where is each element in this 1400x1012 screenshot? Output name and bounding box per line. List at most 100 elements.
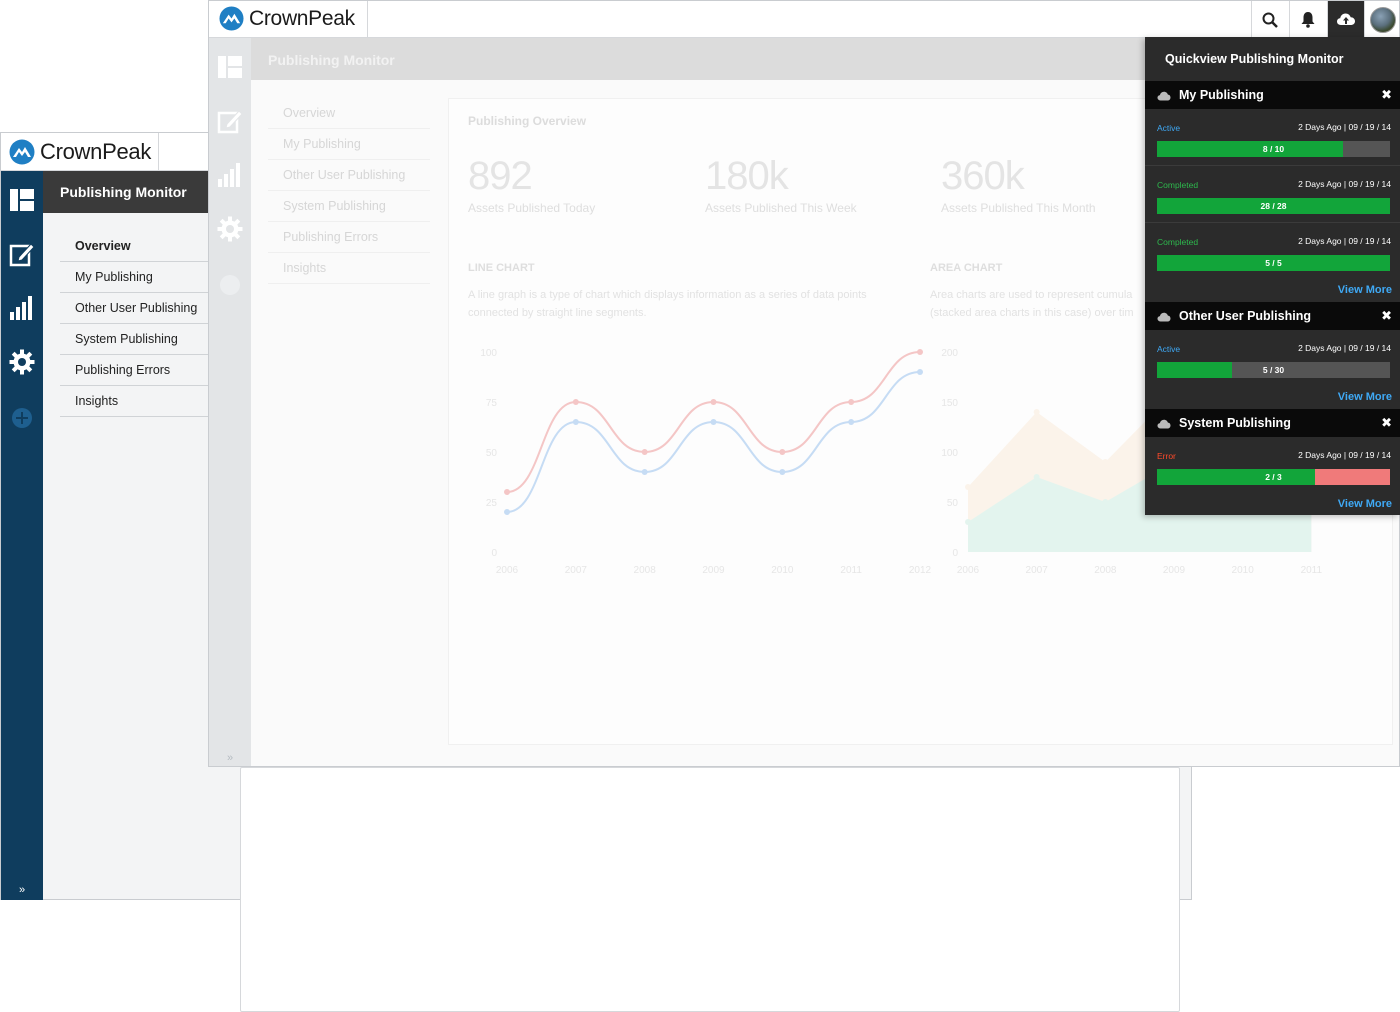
nav-item-my-publishing[interactable]: My Publishing	[60, 262, 209, 293]
add-icon[interactable]	[217, 272, 243, 298]
expand-sidebar-icon[interactable]: »	[209, 752, 251, 764]
data-point	[779, 469, 786, 475]
publishing-job-item[interactable]: Error 2 Days Ago | 09 / 19 / 14 2 / 3	[1145, 437, 1400, 494]
line-chart: 0 25 50 75 100 2006 2007 2008 2009 2010 2011 2012	[480, 348, 931, 576]
y-tick-label: 100	[941, 448, 958, 459]
analytics-icon[interactable]	[9, 295, 35, 321]
publishing-monitor-button[interactable]	[1327, 1, 1364, 38]
search-button[interactable]	[1251, 1, 1288, 38]
job-progress-label: 2 / 3	[1265, 472, 1282, 482]
overview-title: Publishing Overview	[468, 114, 587, 128]
dashboard-icon[interactable]	[217, 54, 243, 80]
publishing-job-item[interactable]: Completed 2 Days Ago | 09 / 19 / 14 5 / 5	[1145, 223, 1400, 280]
avatar	[1370, 6, 1396, 33]
view-more-link[interactable]: View More	[1145, 494, 1400, 516]
x-tick-label: 2010	[1232, 565, 1255, 576]
cloud-icon	[1157, 90, 1171, 104]
header-divider	[367, 1, 368, 38]
job-progress-bar: 5 / 30	[1157, 362, 1390, 378]
edit-icon[interactable]	[9, 241, 35, 267]
quickview-panel: Quickview Publishing Monitor My Publishi…	[1145, 37, 1400, 515]
x-tick-label: 2007	[1026, 565, 1049, 576]
back-header: CrownPeak	[1, 133, 209, 171]
nav-item-publishing-errors[interactable]: Publishing Errors	[268, 222, 430, 253]
stat-label: Assets Published This Month	[941, 201, 1096, 215]
y-tick-label: 200	[941, 348, 958, 359]
job-progress-bar: 2 / 3	[1157, 469, 1390, 485]
data-point	[710, 419, 717, 425]
settings-gear-icon[interactable]	[9, 349, 35, 375]
line-chart-desc-line: connected by straight line segments.	[468, 307, 647, 319]
stat-label: Assets Published Today	[468, 201, 596, 215]
nav-item-publishing-errors[interactable]: Publishing Errors	[60, 355, 209, 386]
cloud-icon	[1157, 418, 1171, 432]
close-icon[interactable]: ✖	[1381, 87, 1392, 103]
view-more-link[interactable]: View More	[1145, 387, 1400, 409]
nav-item-other-user-publishing[interactable]: Other User Publishing	[60, 293, 209, 324]
quickview-section-title: My Publishing	[1179, 88, 1264, 102]
data-point	[917, 349, 923, 355]
job-date: 2 Days Ago | 09 / 19 / 14	[1298, 450, 1391, 460]
cloud-upload-icon	[1337, 13, 1355, 25]
nav-item-system-publishing[interactable]: System Publishing	[268, 191, 430, 222]
notifications-button[interactable]	[1289, 1, 1326, 38]
x-tick-label: 2011	[840, 565, 862, 576]
add-icon[interactable]	[9, 405, 35, 431]
dashboard-icon[interactable]	[9, 187, 35, 213]
close-icon[interactable]: ✖	[1381, 415, 1392, 431]
stat-value: 892	[468, 154, 533, 198]
job-status: Completed	[1157, 237, 1199, 247]
line-chart-desc-line: A line graph is a type of chart which di…	[468, 289, 867, 301]
y-tick-label: 75	[486, 398, 498, 409]
job-progress-bar: 8 / 10	[1157, 141, 1390, 157]
job-progress-label: 8 / 10	[1262, 144, 1285, 154]
job-progress-label: 5 / 30	[1262, 365, 1285, 375]
y-tick-label: 100	[480, 348, 497, 359]
nav-item-overview[interactable]: Overview	[268, 98, 430, 129]
user-menu-button[interactable]	[1364, 1, 1399, 38]
nav-item-insights[interactable]: Insights	[268, 253, 430, 284]
data-point	[965, 484, 971, 490]
job-status: Active	[1157, 344, 1181, 354]
expand-sidebar-icon[interactable]: »	[1, 884, 43, 896]
publishing-job-item[interactable]: Completed 2 Days Ago | 09 / 19 / 14 28 / 2…	[1145, 166, 1400, 223]
x-tick-label: 2006	[957, 565, 980, 576]
x-tick-label: 2009	[1163, 565, 1186, 576]
nav-item-system-publishing[interactable]: System Publishing	[60, 324, 209, 355]
analytics-icon[interactable]	[217, 162, 243, 188]
back-icon-rail: »	[1, 171, 43, 900]
x-tick-label: 2007	[565, 565, 588, 576]
nav-item-insights[interactable]: Insights	[60, 386, 209, 417]
job-progress-label: 28 / 28	[1260, 201, 1287, 211]
data-point	[848, 399, 855, 405]
close-icon[interactable]: ✖	[1381, 308, 1392, 324]
data-point	[848, 419, 855, 425]
data-point	[1033, 474, 1040, 480]
publishing-job-item[interactable]: Active 2 Days Ago | 09 / 19 / 14 8 / 10	[1145, 109, 1400, 166]
data-point	[710, 399, 717, 405]
y-tick-label: 0	[952, 548, 958, 559]
front-logo[interactable]: CrownPeak	[219, 6, 355, 31]
nav-item-overview[interactable]: Overview	[60, 231, 209, 262]
publishing-job-item[interactable]: Active 2 Days Ago | 09 / 19 / 14 5 / 30	[1145, 330, 1400, 387]
edit-icon[interactable]	[217, 108, 243, 134]
brand-name: CrownPeak	[40, 139, 152, 164]
back-content-panel	[240, 767, 1180, 1012]
settings-gear-icon[interactable]	[217, 216, 243, 242]
back-logo[interactable]: CrownPeak	[9, 139, 151, 165]
stat-value: 360k	[941, 154, 1025, 198]
nav-item-other-user-publishing[interactable]: Other User Publishing	[268, 160, 430, 191]
nav-item-my-publishing[interactable]: My Publishing	[268, 129, 430, 160]
quickview-section-header: My Publishing ✖	[1145, 81, 1400, 109]
line-chart-description: A line graph is a type of chart which di…	[468, 286, 867, 322]
job-status: Active	[1157, 123, 1181, 133]
stat-today: 892 Assets Published Today	[468, 154, 595, 215]
view-more-link[interactable]: View More	[1145, 280, 1400, 302]
data-point	[572, 419, 579, 425]
back-subnav: Overview My Publishing Other User Publis…	[60, 231, 209, 417]
x-tick-label: 2009	[702, 565, 725, 576]
data-point	[641, 469, 648, 475]
job-progress-bar: 5 / 5	[1157, 255, 1390, 271]
cloud-icon	[1157, 311, 1171, 325]
job-status: Completed	[1157, 180, 1199, 190]
